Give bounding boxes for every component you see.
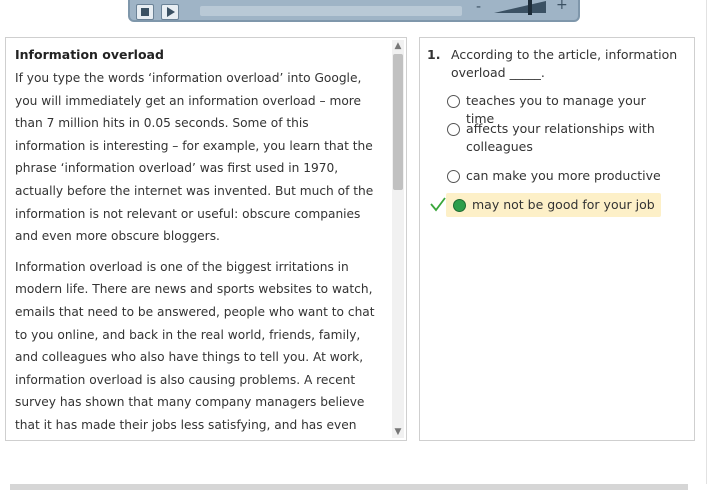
option-label: can make you more productive	[466, 168, 661, 183]
radio-button[interactable]	[447, 123, 460, 136]
scroll-up-icon[interactable]: ▲	[392, 40, 404, 52]
stop-icon	[141, 8, 149, 16]
play-button[interactable]	[161, 4, 179, 20]
radio-button[interactable]	[447, 170, 460, 183]
article-paragraph: If you type the words ‘information overl…	[15, 71, 374, 244]
article-paragraph: Information overload is one of the bigge…	[15, 259, 375, 432]
answer-option[interactable]: affects your relationships with colleagu…	[447, 120, 676, 156]
audio-progress-track[interactable]	[200, 6, 462, 16]
audio-player: - +	[128, 0, 580, 22]
question-number: 1.	[427, 47, 441, 62]
stop-button[interactable]	[136, 4, 154, 20]
answer-option-selected[interactable]: may not be good for your job	[446, 193, 661, 217]
volume-up-button[interactable]: +	[556, 0, 568, 13]
scrollbar-thumb[interactable]	[393, 54, 403, 190]
play-icon	[167, 7, 175, 17]
article-title: Information overload	[15, 47, 164, 62]
article-content: Information overload If you type the wor…	[15, 46, 377, 440]
option-label: affects your relationships with colleagu…	[466, 121, 655, 154]
article-panel[interactable]: Information overload If you type the wor…	[5, 37, 407, 441]
answer-option[interactable]: can make you more productive	[447, 167, 676, 185]
radio-button-selected[interactable]	[453, 199, 466, 212]
checkmark-icon	[430, 197, 446, 212]
article-scrollbar[interactable]: ▲ ▼	[392, 40, 404, 438]
question-text: According to the article, information ov…	[451, 47, 678, 80]
radio-button[interactable]	[447, 95, 460, 108]
option-label: may not be good for your job	[472, 197, 655, 212]
volume-slider[interactable]	[492, 0, 548, 15]
volume-down-button[interactable]: -	[476, 0, 481, 15]
horizontal-scrollbar[interactable]	[10, 484, 688, 490]
question-panel: 1. According to the article, information…	[419, 37, 695, 441]
scroll-down-icon[interactable]: ▼	[392, 426, 404, 438]
divider	[706, 0, 707, 484]
